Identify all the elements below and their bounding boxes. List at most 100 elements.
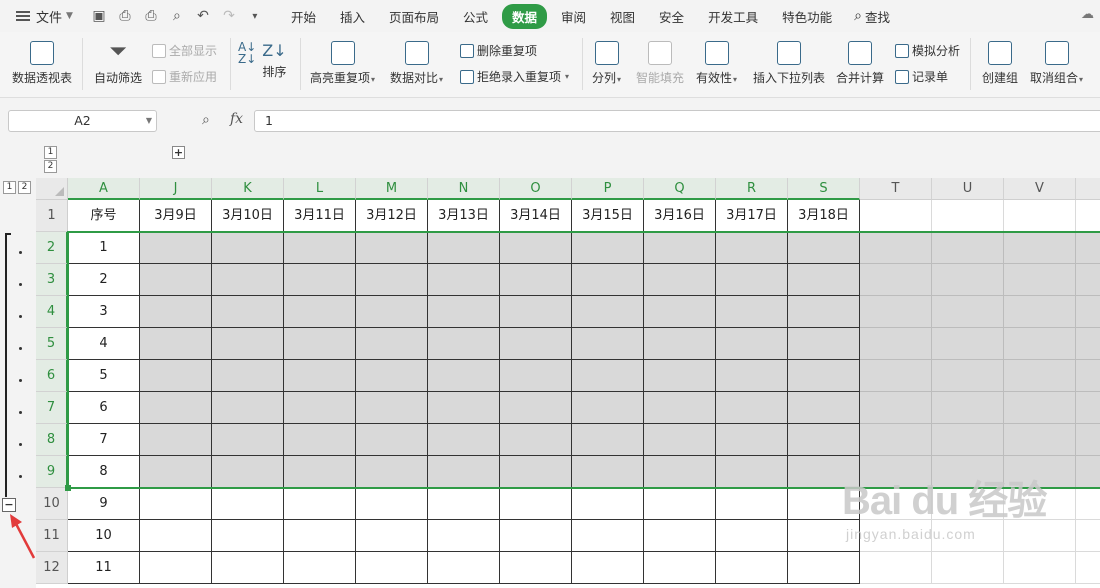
table-cell[interactable] [932,232,1004,264]
expand-group-icon[interactable]: + [172,146,185,159]
delete-duplicates-button[interactable]: 删除重复项 [460,42,537,59]
table-cell[interactable] [356,328,428,360]
row-header[interactable]: 2 [36,232,68,264]
table-cell[interactable] [140,264,212,296]
table-cell[interactable] [716,392,788,424]
table-cell[interactable] [500,328,572,360]
table-cell[interactable] [284,392,356,424]
table-cell[interactable] [1076,328,1100,360]
column-header-n[interactable]: N [428,178,500,200]
table-cell[interactable] [500,552,572,584]
row-header[interactable]: 1 [36,200,68,232]
header-cell[interactable]: 3月13日 [428,200,500,232]
table-cell[interactable] [788,552,860,584]
table-cell[interactable] [1004,296,1076,328]
tab-developer[interactable]: 开发工具 [698,4,768,29]
table-cell[interactable] [644,296,716,328]
table-cell[interactable] [212,264,284,296]
redo-icon[interactable]: ↷ [221,8,237,24]
table-cell[interactable] [1076,232,1100,264]
table-cell[interactable] [140,360,212,392]
table-cell[interactable] [788,488,860,520]
column-header-k[interactable]: K [212,178,284,200]
table-cell[interactable] [860,456,932,488]
show-all-button[interactable]: 全部显示 [152,42,217,59]
header-cell[interactable]: 3月16日 [644,200,716,232]
table-cell[interactable] [860,520,932,552]
table-cell[interactable] [284,264,356,296]
table-cell[interactable] [428,264,500,296]
undo-icon[interactable]: ↶ [195,8,211,24]
table-cell[interactable] [500,520,572,552]
table-cell[interactable] [284,360,356,392]
cloud-icon[interactable]: ☁ [1081,7,1094,22]
header-cell[interactable]: 3月12日 [356,200,428,232]
name-box[interactable]: A2 ▼ [8,110,157,132]
table-cell[interactable] [932,360,1004,392]
table-cell[interactable] [1076,200,1100,232]
table-cell[interactable] [284,424,356,456]
table-cell[interactable] [572,296,644,328]
export-icon[interactable]: ⎙ [117,8,133,24]
chevron-down-icon[interactable]: ▼ [146,111,152,131]
simulation-analysis-button[interactable]: 模拟分析 [895,42,960,59]
table-cell[interactable]: 5 [68,360,140,392]
header-cell[interactable]: 3月15日 [572,200,644,232]
row-header[interactable]: 3 [36,264,68,296]
table-cell[interactable] [932,392,1004,424]
table-cell[interactable] [212,552,284,584]
header-cell[interactable]: 3月9日 [140,200,212,232]
column-outline-level-2[interactable]: 2 [44,160,57,173]
table-cell[interactable] [500,488,572,520]
table-cell[interactable] [572,424,644,456]
row-header[interactable]: 4 [36,296,68,328]
function-icon[interactable]: fx [230,111,243,127]
table-cell[interactable] [932,488,1004,520]
table-cell[interactable] [716,264,788,296]
table-cell[interactable] [356,232,428,264]
sort-button[interactable]: A↓ Z↓ Z↓ 排序 [238,41,287,80]
header-cell[interactable]: 3月18日 [788,200,860,232]
record-form-button[interactable]: 记录单 [895,68,948,85]
table-cell[interactable] [716,296,788,328]
row-outline-level-1[interactable]: 1 [3,181,16,194]
table-cell[interactable] [788,392,860,424]
table-cell[interactable] [140,488,212,520]
column-header-a[interactable]: A [68,178,140,200]
table-cell[interactable] [284,232,356,264]
table-cell[interactable] [1076,296,1100,328]
table-cell[interactable] [644,328,716,360]
table-cell[interactable] [356,264,428,296]
table-cell[interactable] [788,328,860,360]
table-cell[interactable] [428,552,500,584]
table-cell[interactable] [788,296,860,328]
table-cell[interactable] [932,200,1004,232]
table-cell[interactable] [860,200,932,232]
header-cell[interactable]: 3月14日 [500,200,572,232]
table-cell[interactable] [860,424,932,456]
tab-formula[interactable]: 公式 [453,4,498,29]
table-cell[interactable] [140,296,212,328]
pivot-table-button[interactable]: 数据透视表 [12,41,72,86]
table-cell[interactable] [1076,520,1100,552]
table-cell[interactable] [1004,328,1076,360]
table-cell[interactable] [1076,552,1100,584]
table-cell[interactable] [500,392,572,424]
table-cell[interactable] [356,456,428,488]
tab-page-layout[interactable]: 页面布局 [379,4,449,29]
table-cell[interactable] [284,456,356,488]
table-cell[interactable] [1076,264,1100,296]
table-cell[interactable]: 1 [68,232,140,264]
row-outline-level-2[interactable]: 2 [18,181,31,194]
row-header[interactable]: 8 [36,424,68,456]
table-cell[interactable] [644,264,716,296]
table-cell[interactable] [428,360,500,392]
table-cell[interactable] [860,488,932,520]
insert-dropdown-list-button[interactable]: 插入下拉列表 [753,41,825,86]
table-cell[interactable] [212,392,284,424]
table-cell[interactable] [500,296,572,328]
tab-review[interactable]: 审阅 [551,4,596,29]
table-cell[interactable] [572,488,644,520]
table-cell[interactable] [1004,232,1076,264]
table-cell[interactable] [1076,456,1100,488]
